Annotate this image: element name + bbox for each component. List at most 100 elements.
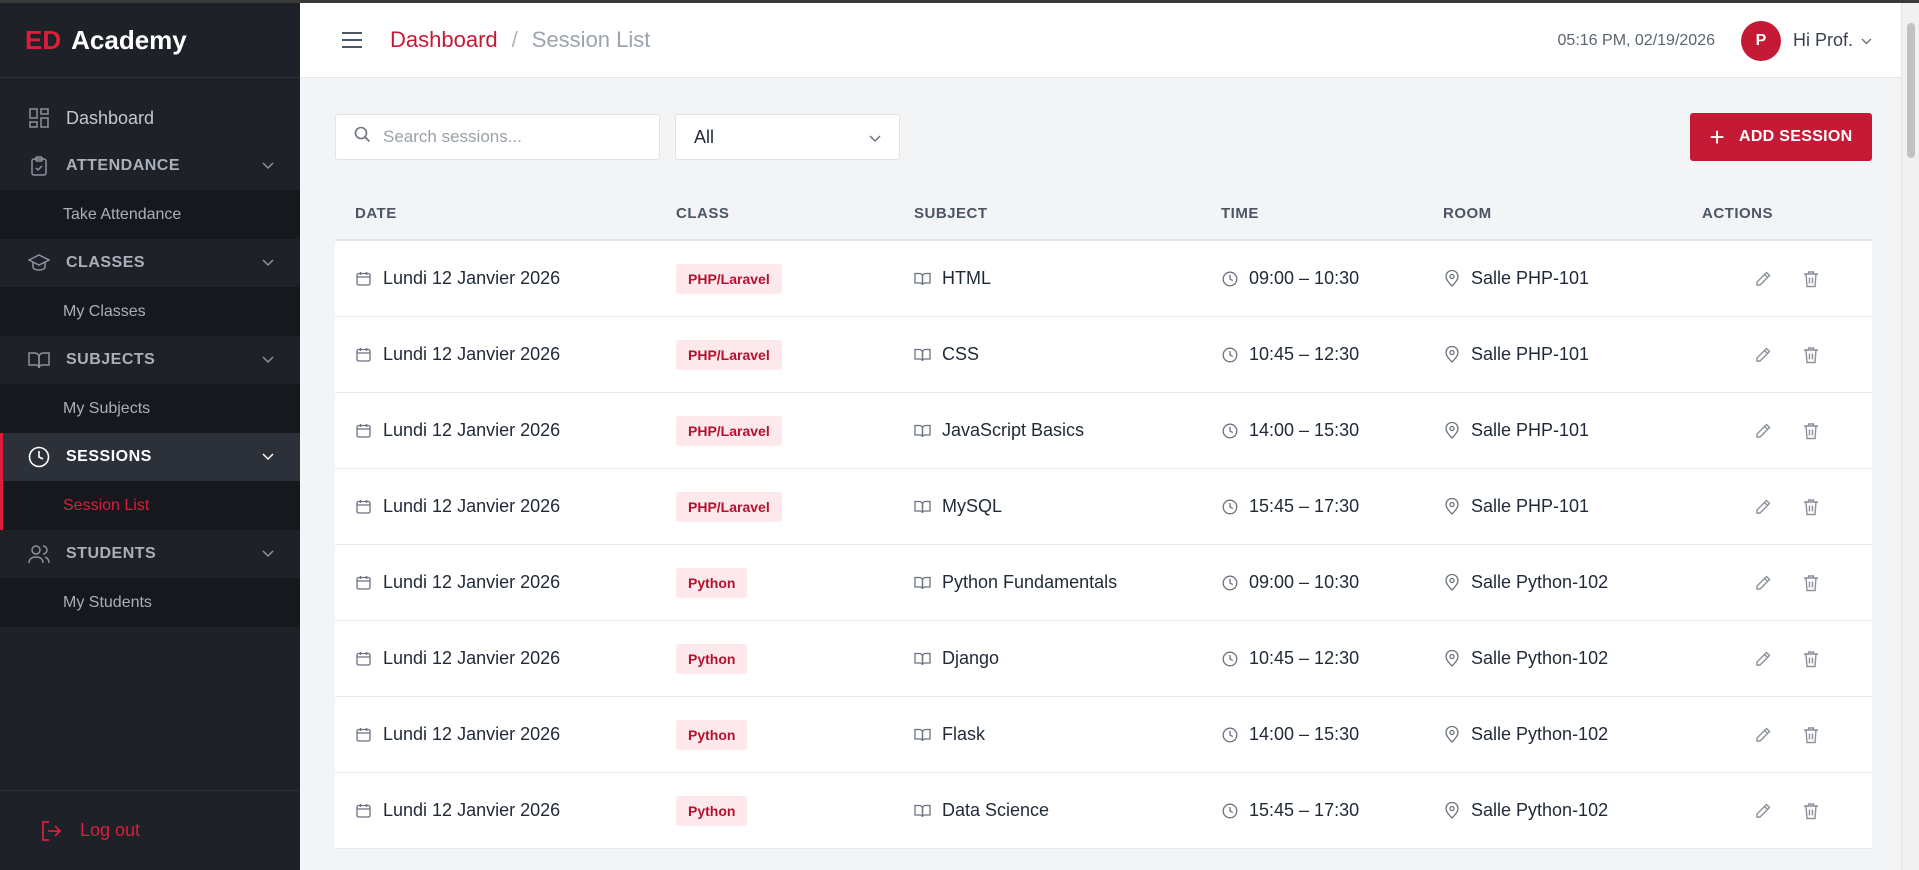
class-badge: PHP/Laravel [676,339,782,370]
edit-icon[interactable] [1752,344,1774,366]
breadcrumb: Dashboard / Session List [390,27,650,53]
book-open-icon [914,498,931,515]
column-header-date[interactable]: DATE [335,205,676,222]
subject-text: Flask [942,724,986,744]
menu-toggle-icon[interactable] [340,28,364,52]
column-header-actions: ACTIONS [1702,204,1773,222]
sidebar-nav: Dashboard ATTENDANCE Take Attendance CLA… [0,78,300,627]
sidebar-item-take-attendance[interactable]: Take Attendance [0,190,300,239]
date-cell: Lundi 12 Janvier 2026 [335,572,676,593]
class-cell: PHP/Laravel [676,415,914,446]
search-box[interactable] [335,114,660,160]
edit-icon[interactable] [1752,724,1774,746]
breadcrumb-dashboard-link[interactable]: Dashboard [390,27,498,53]
header-user-area: 05:16 PM, 02/19/2026 P Hi Prof. [1558,3,1872,78]
edit-icon[interactable] [1752,496,1774,518]
trash-icon[interactable] [1800,724,1822,746]
subject-cell: HTML [914,268,1221,289]
calendar-icon [355,802,372,819]
book-open-icon [914,574,931,591]
book-open-icon [914,346,931,363]
room-cell: Salle PHP-101 [1443,268,1702,289]
column-header-room[interactable]: ROOM [1443,205,1702,222]
trash-icon[interactable] [1800,800,1822,822]
room-cell: Salle PHP-101 [1443,420,1702,441]
trash-icon[interactable] [1800,268,1822,290]
trash-icon[interactable] [1800,648,1822,670]
add-session-button[interactable]: + ADD SESSION [1690,113,1872,161]
sidebar-item-my-subjects[interactable]: My Subjects [0,384,300,433]
table-row: Lundi 12 Janvier 2026 PHP/Laravel HTML 0… [335,241,1872,317]
top-header: Dashboard / Session List 05:16 PM, 02/19… [300,3,1919,78]
sidebar-section-classes[interactable]: CLASSES [0,239,300,287]
sidebar-section-students[interactable]: STUDENTS [0,530,300,578]
sidebar-item-my-classes[interactable]: My Classes [0,287,300,336]
map-pin-icon [1443,270,1460,287]
book-open-icon [914,802,931,819]
user-greeting[interactable]: Hi Prof. [1793,30,1853,51]
time-cell: 10:45 – 12:30 [1221,648,1443,669]
trash-icon[interactable] [1800,496,1822,518]
dashboard-grid-icon [28,107,50,129]
calendar-icon [355,650,372,667]
date-text: Lundi 12 Janvier 2026 [383,268,561,288]
clock-icon [1221,574,1238,591]
table-row: Lundi 12 Janvier 2026 Python Django 10:4… [335,621,1872,697]
page-scrollbar[interactable] [1901,3,1919,870]
sidebar-item-my-students[interactable]: My Students [0,578,300,627]
column-header-time[interactable]: TIME [1221,205,1443,222]
breadcrumb-current: Session List [531,27,651,52]
chevron-down-icon[interactable] [1861,32,1872,50]
actions-cell [1702,496,1872,518]
column-header-subject[interactable]: SUBJECT [914,205,1221,222]
class-filter-select[interactable]: All [675,114,900,160]
table-row: Lundi 12 Janvier 2026 PHP/Laravel CSS 10… [335,317,1872,393]
edit-icon[interactable] [1752,648,1774,670]
sessions-table: DATE CLASS SUBJECT TIME ROOM ACTIONS Lun… [335,187,1872,849]
actions-cell [1702,420,1872,442]
time-text: 10:45 – 12:30 [1249,648,1360,668]
table-row: Lundi 12 Janvier 2026 Python Data Scienc… [335,773,1872,849]
edit-icon[interactable] [1752,268,1774,290]
sidebar-section-sessions[interactable]: SESSIONS [0,433,300,481]
sidebar-item-dashboard[interactable]: Dashboard [0,94,300,142]
map-pin-icon [1443,422,1460,439]
clock-icon [1221,346,1238,363]
time-text: 14:00 – 15:30 [1249,420,1360,440]
trash-icon[interactable] [1800,344,1822,366]
book-open-icon [914,270,931,287]
chevron-down-icon [262,545,274,563]
avatar[interactable]: P [1740,20,1781,61]
brand-prefix: ED [25,24,62,55]
actions-cell [1702,648,1872,670]
brand-logo[interactable]: ED Academy [0,3,300,78]
search-input[interactable] [383,127,643,147]
trash-icon[interactable] [1800,572,1822,594]
subject-text: Data Science [942,800,1050,820]
time-cell: 15:45 – 17:30 [1221,800,1443,821]
actions-cell [1702,268,1872,290]
class-cell: PHP/Laravel [676,263,914,294]
clock-icon [28,446,50,468]
edit-icon[interactable] [1752,572,1774,594]
sidebar-section-attendance[interactable]: ATTENDANCE [0,142,300,190]
calendar-icon [355,574,372,591]
logout-button[interactable]: Log out [0,790,300,870]
map-pin-icon [1443,650,1460,667]
time-text: 15:45 – 17:30 [1249,800,1360,820]
date-text: Lundi 12 Janvier 2026 [383,496,561,516]
scrollbar-thumb[interactable] [1907,23,1915,158]
clipboard-check-icon [28,155,50,177]
room-cell: Salle Python-102 [1443,572,1702,593]
edit-icon[interactable] [1752,420,1774,442]
room-text: Salle Python-102 [1471,572,1609,592]
subject-cell: Python Fundamentals [914,572,1221,593]
edit-icon[interactable] [1752,800,1774,822]
subject-cell: MySQL [914,496,1221,517]
sidebar-section-subjects[interactable]: SUBJECTS [0,336,300,384]
trash-icon[interactable] [1800,420,1822,442]
column-header-class[interactable]: CLASS [676,205,914,222]
sidebar-item-session-list[interactable]: Session List [0,481,300,530]
actions-cell [1702,572,1872,594]
table-body: Lundi 12 Janvier 2026 PHP/Laravel HTML 0… [335,241,1872,849]
